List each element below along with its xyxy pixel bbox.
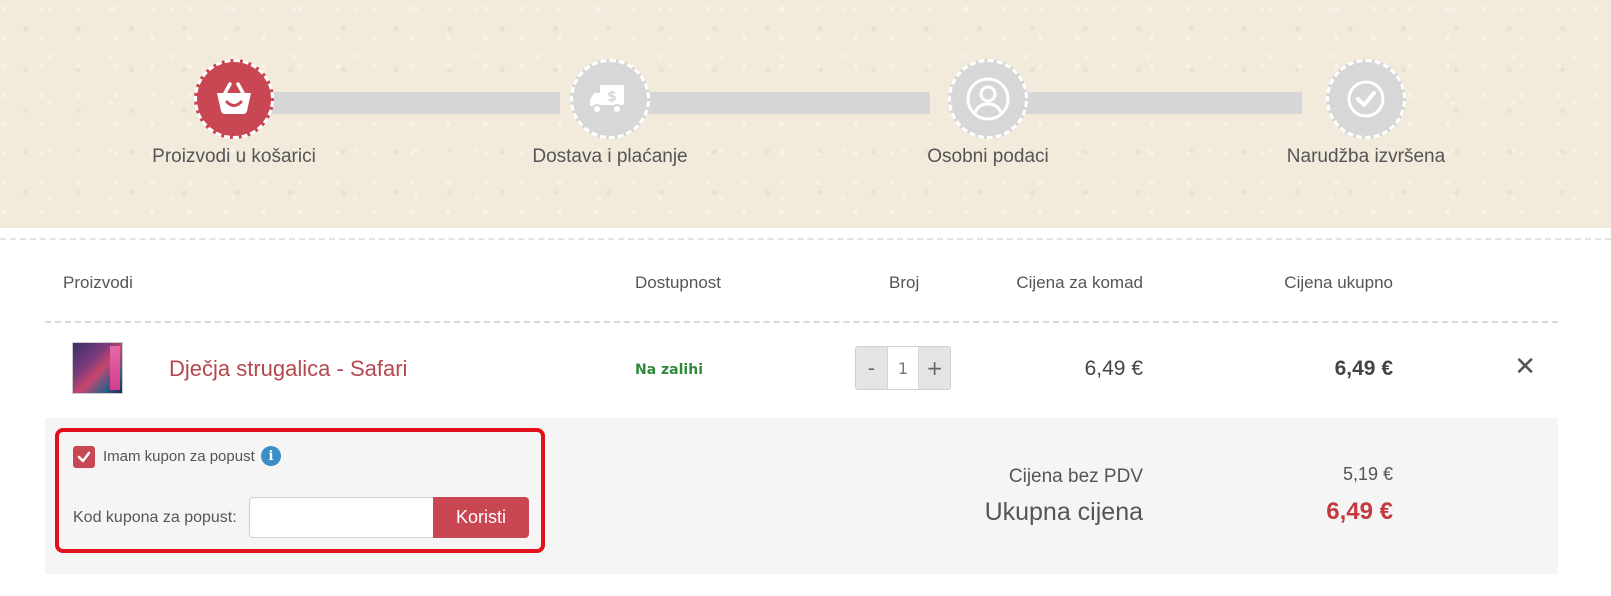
step-delivery[interactable]: $ (570, 59, 650, 139)
quantity-decrease-button[interactable]: - (856, 347, 887, 389)
svg-text:$: $ (607, 89, 617, 105)
quantity-increase-button[interactable]: + (919, 347, 950, 389)
coupon-checkbox[interactable] (73, 446, 95, 468)
row-total-price: 6,49 € (1334, 357, 1393, 380)
quantity-value[interactable]: 1 (886, 347, 920, 389)
cart-table-header: Proizvodi Dostupnost Broj Cijena za koma… (45, 263, 1558, 323)
header-products: Proizvodi (63, 273, 133, 292)
product-thumbnail[interactable] (73, 343, 122, 393)
total-price-label: Ukupna cijena (984, 498, 1143, 526)
total-price-value: 6,49 € (1326, 498, 1393, 525)
progress-bar-segment (268, 92, 560, 114)
cart-summary: Imam kupon za popust i Kod kupona za pop… (45, 418, 1558, 574)
coupon-section: Imam kupon za popust i Kod kupona za pop… (55, 428, 545, 553)
checkmark-icon (77, 451, 91, 463)
progress-bar-segment (640, 92, 930, 114)
unit-price: 6,49 € (1084, 357, 1143, 380)
coupon-checkbox-label[interactable]: Imam kupon za popust (103, 448, 255, 465)
checkout-steps: $ Proizvodi u košarici Dostava i plaćanj… (0, 0, 1611, 228)
apply-coupon-button[interactable]: Koristi (433, 497, 529, 538)
basket-icon (217, 82, 251, 114)
coupon-code-label: Kod kupona za popust: (73, 509, 237, 526)
availability-status: Na zalihi (635, 362, 703, 378)
user-icon (966, 77, 1010, 121)
header-total-price: Cijena ukupno (1284, 273, 1393, 292)
step-label-delivery: Dostava i plaćanje (532, 146, 688, 167)
step-personal-data[interactable] (948, 59, 1028, 139)
delivery-truck-icon: $ (590, 85, 624, 114)
table-row: Dječja strugalica - Safari Na zalihi - 1… (45, 322, 1558, 417)
step-label-order-complete: Narudžba izvršena (1286, 146, 1446, 167)
quantity-stepper: - 1 + (855, 346, 951, 390)
step-cart[interactable] (194, 59, 274, 139)
checkmark-icon (1347, 80, 1385, 118)
product-name-link[interactable]: Dječja strugalica - Safari (169, 356, 407, 382)
remove-item-icon[interactable]: ✕ (1514, 352, 1536, 382)
step-order-complete[interactable] (1326, 59, 1406, 139)
net-price-value: 5,19 € (1342, 464, 1393, 484)
step-label-personal-data: Osobni podaci (927, 146, 1049, 167)
net-price-label: Cijena bez PDV (1008, 466, 1143, 487)
header-availability: Dostupnost (635, 273, 721, 292)
header-unit-price: Cijena za komad (1016, 273, 1143, 292)
header-quantity: Broj (889, 273, 920, 292)
step-label-cart: Proizvodi u košarici (152, 146, 316, 167)
section-divider (0, 238, 1611, 240)
progress-bar-segment (1010, 92, 1302, 114)
info-icon[interactable]: i (261, 446, 281, 466)
coupon-code-input[interactable] (249, 497, 433, 538)
